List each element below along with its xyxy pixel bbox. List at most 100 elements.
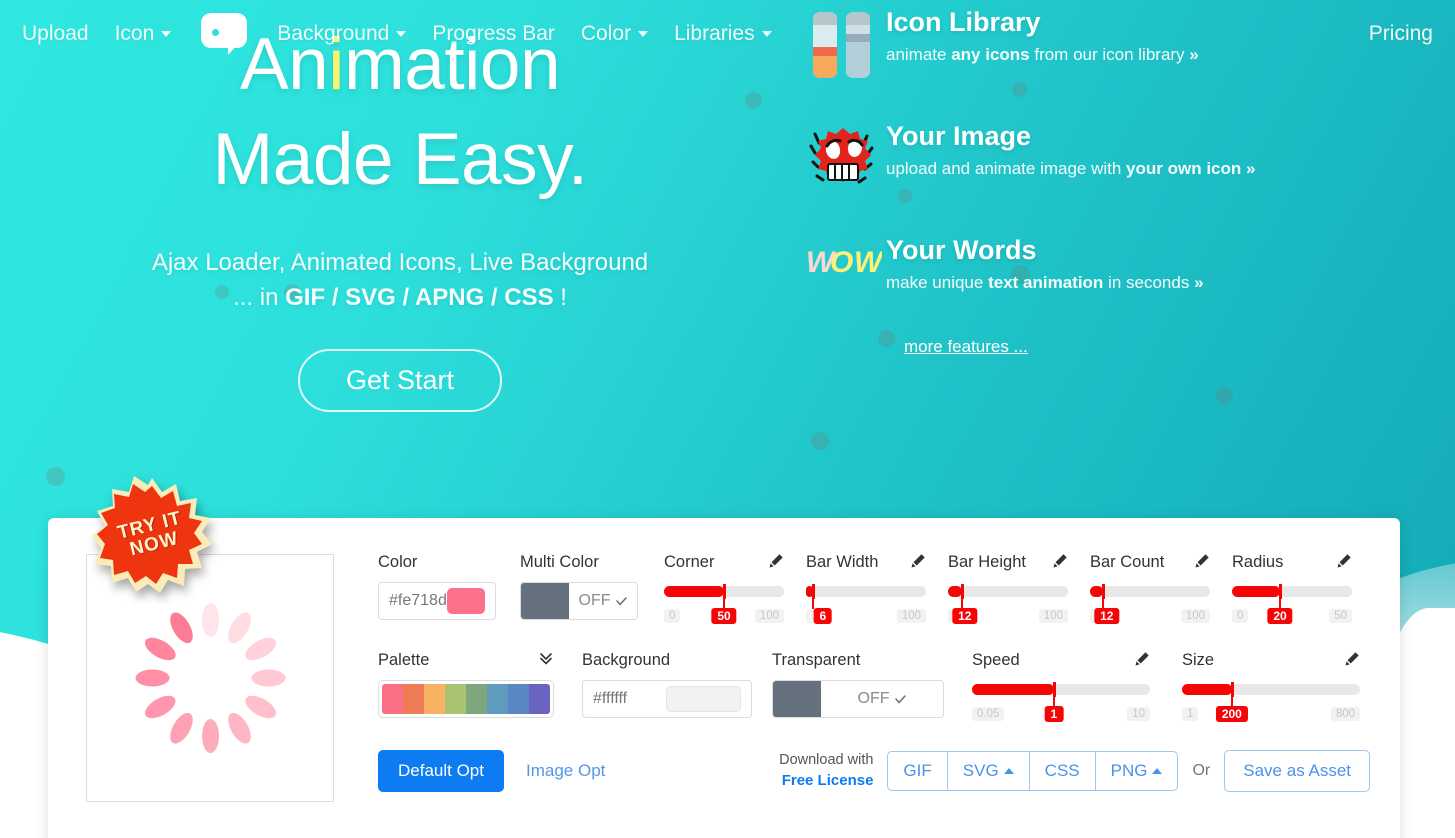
edit-pencil-icon[interactable]: [1194, 553, 1210, 571]
palette-color[interactable]: [445, 684, 466, 714]
bar-height-slider[interactable]: 112100: [948, 582, 1068, 624]
bar-width-slider[interactable]: 16100: [806, 582, 926, 624]
palette-color[interactable]: [382, 684, 403, 714]
multi-color-toggle[interactable]: OFF: [520, 582, 638, 620]
download-png-button[interactable]: PNG: [1094, 751, 1179, 791]
edit-pencil-icon[interactable]: [910, 553, 926, 571]
try-it-now-badge: TRY IT NOW: [92, 476, 212, 594]
download-with-label: Download with: [779, 752, 874, 769]
download-svg-button[interactable]: SVG: [946, 751, 1029, 791]
edit-pencil-icon[interactable]: [1134, 651, 1150, 669]
chevron-down-icon: [161, 31, 172, 37]
slider-stem: [1230, 693, 1233, 707]
radius-slider[interactable]: 0 20 50: [1232, 582, 1352, 624]
edit-pencil-icon[interactable]: [768, 553, 784, 571]
control-label: Corner: [664, 552, 715, 571]
spinner-bar: [201, 603, 219, 637]
corner-slider[interactable]: 0 50 100: [664, 582, 784, 624]
slider-track[interactable]: [1182, 682, 1360, 707]
slider-max-label: 50: [1329, 609, 1352, 623]
slider-current-value: 12: [952, 608, 978, 624]
slider-scale: 1 200 800: [1182, 706, 1360, 722]
control-label: Transparent: [772, 650, 861, 669]
angry-monster-icon: [800, 122, 886, 192]
control-header: Color: [378, 552, 496, 572]
feature-your-image[interactable]: Your Image upload and animate image with…: [800, 121, 1360, 192]
spinner-bar: [140, 691, 179, 723]
feature-your-words[interactable]: W O W Your Words make unique text animat…: [800, 235, 1360, 293]
nav-item-background[interactable]: Background: [277, 22, 407, 46]
decor-bubble: [1216, 387, 1233, 404]
transparent-toggle[interactable]: OFF: [772, 680, 944, 718]
color-swatch[interactable]: [446, 588, 485, 614]
slider-fill: [1182, 684, 1232, 695]
spinner-bar: [201, 719, 219, 753]
slider-track[interactable]: [972, 682, 1150, 707]
background-input[interactable]: #ffffff: [582, 680, 752, 718]
slider-track[interactable]: [806, 584, 926, 609]
nav-item-libraries[interactable]: Libraries: [674, 22, 772, 46]
control-bar-width: Bar Width16100: [806, 552, 926, 624]
color-swatch[interactable]: [666, 686, 741, 712]
slider-current-value: 200: [1215, 706, 1248, 722]
slider-stem: [1052, 693, 1055, 707]
slider-track[interactable]: [948, 584, 1068, 609]
slider-track[interactable]: [1232, 584, 1352, 609]
slider-current-value: 6: [813, 608, 833, 624]
palette-color[interactable]: [487, 684, 508, 714]
controls-row-1: Color #fe718d Multi Color OFF Corner 0 50 100 Ba…: [378, 552, 1380, 624]
toggle-knob: [521, 583, 569, 619]
spinner-bar: [223, 608, 255, 647]
slider-track[interactable]: [1090, 584, 1210, 609]
control-bar-count: Bar Count212100: [1090, 552, 1210, 624]
palette-color[interactable]: [508, 684, 529, 714]
feature-desc: make unique text animation in seconds »: [886, 272, 1204, 292]
slider-track[interactable]: [664, 584, 784, 609]
download-license-note: Download with Free License: [779, 751, 873, 791]
edit-pencil-icon[interactable]: [1052, 553, 1068, 571]
size-slider[interactable]: 1 200 800: [1182, 680, 1360, 722]
palette-color[interactable]: [424, 684, 445, 714]
free-license-link[interactable]: Free License: [779, 771, 874, 791]
control-background: Background #ffffff: [582, 650, 752, 718]
color-input[interactable]: #fe718d: [378, 582, 496, 620]
nav-item-color[interactable]: Color: [581, 22, 649, 46]
nav-item-upload[interactable]: Upload: [22, 22, 89, 46]
chevron-up-icon: [1152, 768, 1163, 774]
slider-current-value: 1: [1044, 706, 1064, 722]
nav-label: Upload: [22, 22, 89, 45]
edit-pencil-icon[interactable]: [1344, 651, 1360, 669]
nav-item-pricing[interactable]: Pricing: [1369, 22, 1433, 46]
control-bar-height: Bar Height 112100: [948, 552, 1068, 624]
speech-bubble-icon[interactable]: [201, 13, 248, 55]
palette-swatches[interactable]: [378, 680, 554, 718]
slider-scale: 212100: [1090, 608, 1210, 624]
slider-scale: 0 20 50: [1232, 608, 1352, 624]
chevron-up-icon: [1003, 768, 1014, 774]
chevron-down-double-icon[interactable]: [538, 650, 554, 670]
hero-subtitle: Ajax Loader, Animated Icons, Live Backgr…: [0, 246, 800, 316]
control-radius: Radius 0 20 50: [1232, 552, 1352, 624]
nav-label: Progress Bar: [432, 22, 555, 45]
slider-max-label: 100: [1180, 609, 1210, 623]
default-opt-button[interactable]: Default Opt: [378, 750, 504, 792]
speed-slider[interactable]: 0.05 1 10: [972, 680, 1150, 722]
get-start-button[interactable]: Get Start: [297, 349, 503, 413]
control-label: Bar Height: [948, 552, 1026, 571]
palette-color[interactable]: [403, 684, 424, 714]
palette-color[interactable]: [466, 684, 487, 714]
image-opt-button[interactable]: Image Opt: [526, 761, 605, 781]
download-gif-button[interactable]: GIF: [887, 751, 947, 791]
save-as-asset-button[interactable]: Save as Asset: [1224, 750, 1370, 792]
spinner-bar: [165, 608, 197, 647]
bar-count-slider[interactable]: 212100: [1090, 582, 1210, 624]
edit-pencil-icon[interactable]: [1336, 553, 1352, 571]
download-css-button[interactable]: CSS: [1028, 751, 1095, 791]
nav-item-icon[interactable]: Icon: [115, 22, 172, 46]
control-header: Background: [582, 650, 752, 670]
slider-fill: [948, 586, 963, 597]
double-chevron-right-icon: »: [1194, 272, 1204, 292]
more-features-link[interactable]: more features ...: [904, 337, 1028, 357]
palette-color[interactable]: [529, 684, 550, 714]
nav-item-progress-bar[interactable]: Progress Bar: [432, 22, 555, 46]
